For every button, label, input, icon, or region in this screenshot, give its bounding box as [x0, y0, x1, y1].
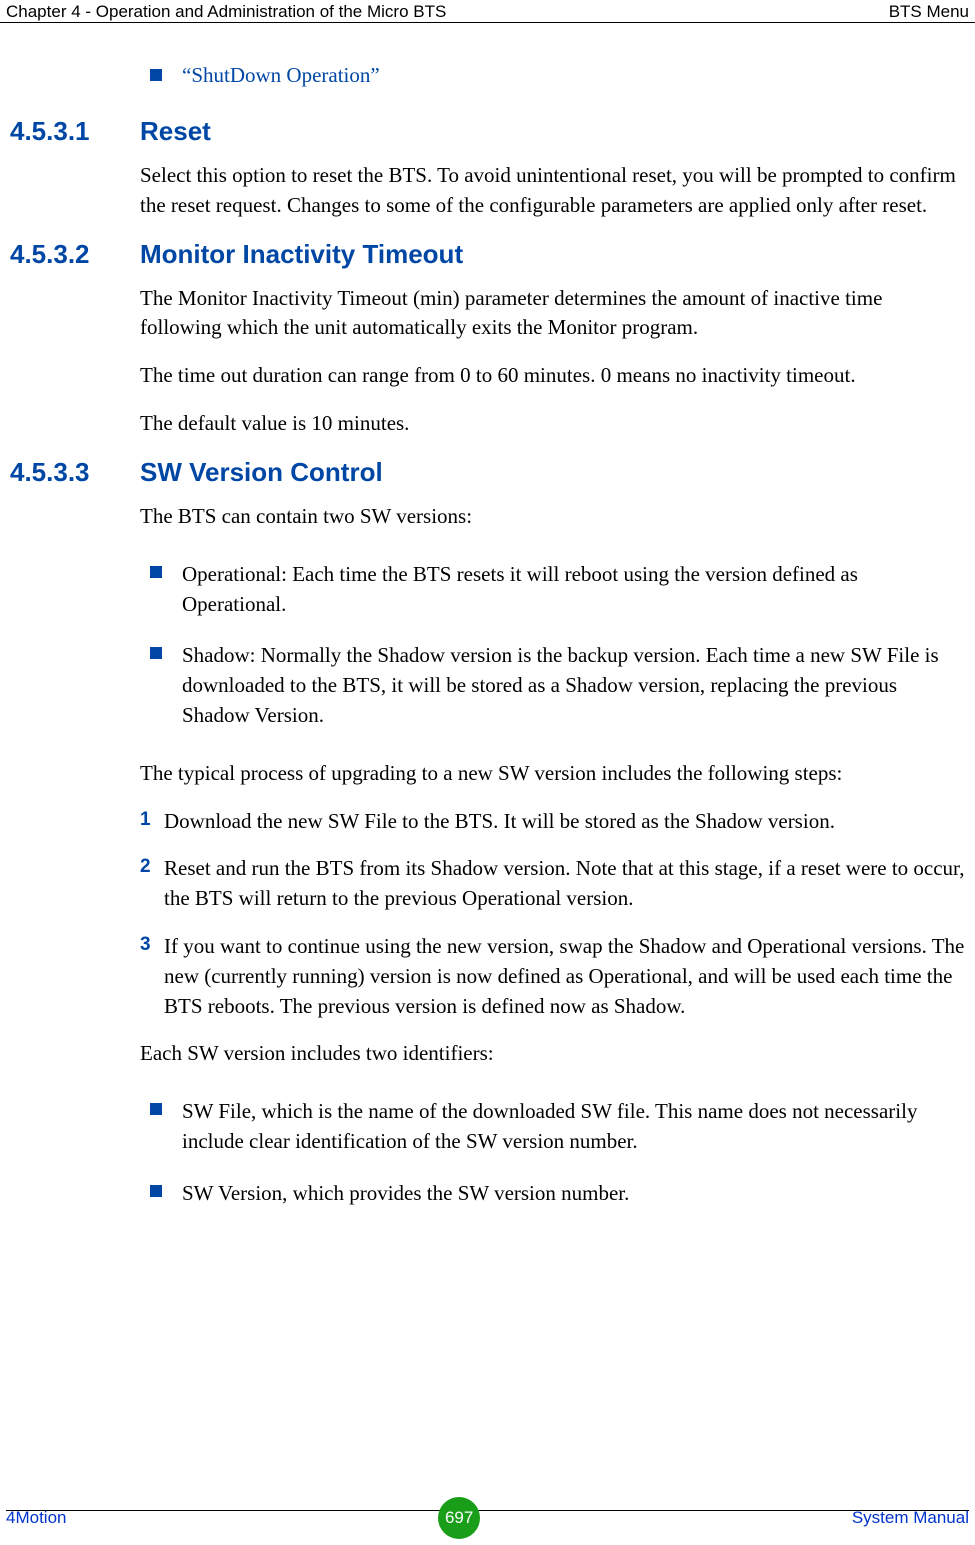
footer-right: System Manual — [852, 1508, 969, 1528]
bullet-text: SW File, which is the name of the downlo… — [182, 1097, 965, 1157]
square-bullet-icon — [150, 69, 162, 81]
section-number: 4.5.3.1 — [10, 116, 140, 147]
page-footer: 4Motion 697 System Manual — [0, 1497, 975, 1539]
body-text: Select this option to reset the BTS. To … — [140, 161, 965, 221]
body-text: The time out duration can range from 0 t… — [140, 361, 965, 391]
body-text: The BTS can contain two SW versions: — [140, 502, 965, 532]
step-text: Reset and run the BTS from its Shadow ve… — [164, 854, 965, 914]
step-item: 1 Download the new SW File to the BTS. I… — [140, 807, 965, 837]
section-title: SW Version Control — [140, 457, 383, 488]
section-heading-swversion: 4.5.3.3 SW Version Control — [10, 457, 965, 488]
footer-left: 4Motion — [6, 1508, 66, 1528]
square-bullet-icon — [150, 566, 162, 578]
step-item: 2 Reset and run the BTS from its Shadow … — [140, 854, 965, 914]
xref-link-shutdown[interactable]: “ShutDown Operation” — [182, 63, 380, 88]
section-title: Monitor Inactivity Timeout — [140, 239, 463, 270]
section-heading-reset: 4.5.3.1 Reset — [10, 116, 965, 147]
section-heading-monitor: 4.5.3.2 Monitor Inactivity Timeout — [10, 239, 965, 270]
bullet-item: Shadow: Normally the Shadow version is t… — [150, 641, 965, 730]
body-text: The default value is 10 minutes. — [140, 409, 965, 439]
section-number: 4.5.3.3 — [10, 457, 140, 488]
bullet-item: SW Version, which provides the SW versio… — [150, 1179, 965, 1209]
section-number: 4.5.3.2 — [10, 239, 140, 270]
bullet-text: Operational: Each time the BTS resets it… — [182, 560, 965, 620]
step-text: If you want to continue using the new ve… — [164, 932, 965, 1021]
step-number: 2 — [140, 856, 164, 878]
section-title: Reset — [140, 116, 211, 147]
step-item: 3 If you want to continue using the new … — [140, 932, 965, 1021]
step-number: 3 — [140, 934, 164, 956]
bullet-item: SW File, which is the name of the downlo… — [150, 1097, 965, 1157]
bullet-text: Shadow: Normally the Shadow version is t… — [182, 641, 965, 730]
bullet-text: SW Version, which provides the SW versio… — [182, 1179, 629, 1209]
page-header: Chapter 4 - Operation and Administration… — [0, 0, 975, 23]
body-text: The typical process of upgrading to a ne… — [140, 759, 965, 789]
header-right: BTS Menu — [889, 2, 969, 22]
page-number-badge: 697 — [438, 1497, 480, 1539]
page-content: “ShutDown Operation” 4.5.3.1 Reset Selec… — [0, 23, 975, 1209]
square-bullet-icon — [150, 647, 162, 659]
step-text: Download the new SW File to the BTS. It … — [164, 807, 835, 837]
bullet-item: Operational: Each time the BTS resets it… — [150, 560, 965, 620]
xref-bullet: “ShutDown Operation” — [150, 63, 965, 88]
body-text: Each SW version includes two identifiers… — [140, 1039, 965, 1069]
header-left: Chapter 4 - Operation and Administration… — [6, 2, 446, 22]
step-number: 1 — [140, 809, 164, 831]
square-bullet-icon — [150, 1185, 162, 1197]
square-bullet-icon — [150, 1103, 162, 1115]
body-text: The Monitor Inactivity Timeout (min) par… — [140, 284, 965, 344]
